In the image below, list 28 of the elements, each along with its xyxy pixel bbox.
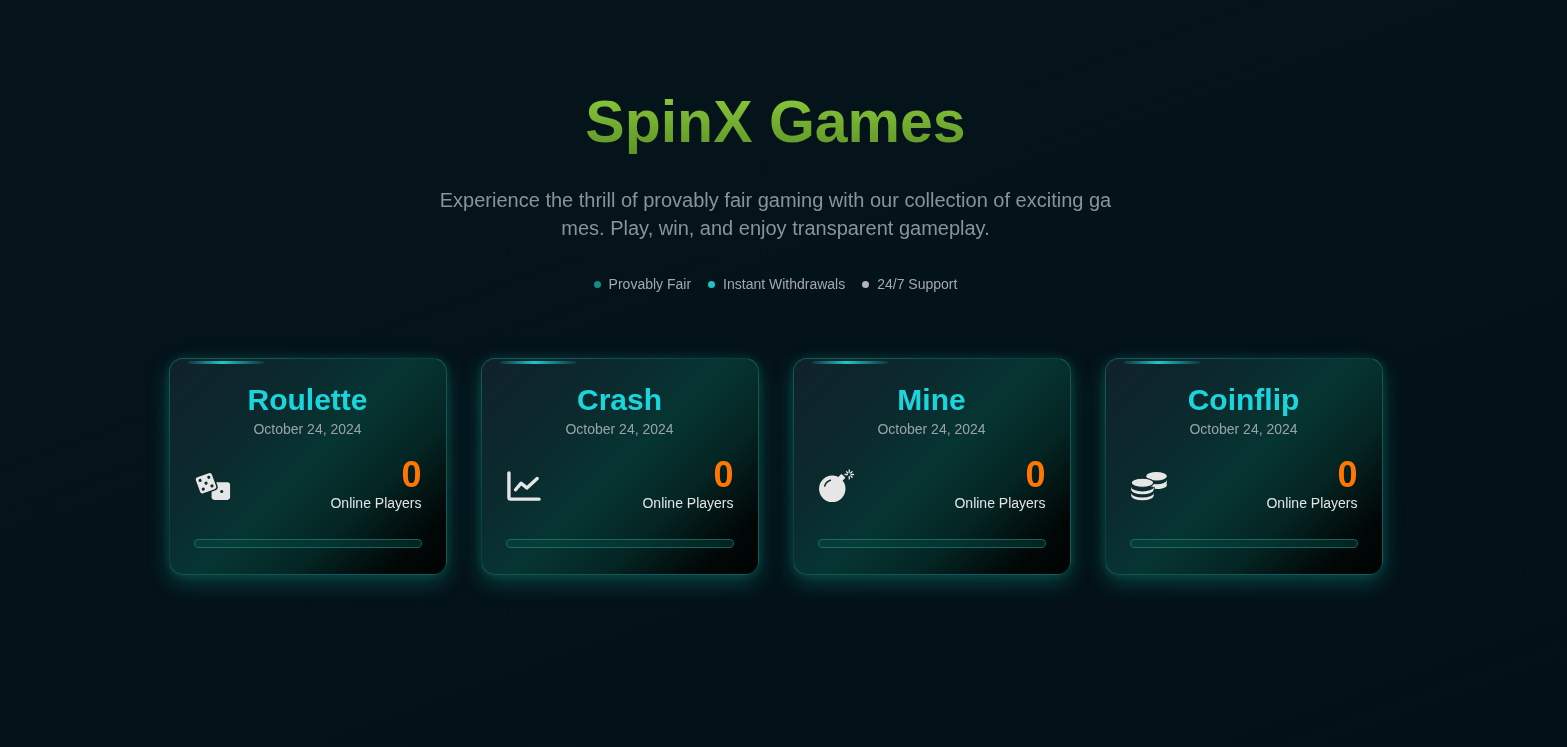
- player-count: 0: [1025, 456, 1046, 494]
- game-title: Mine: [896, 383, 967, 417]
- game-card[interactable]: Coinflip October 24, 2024 0 Online Players: [1104, 358, 1383, 575]
- game-title: Crash: [575, 383, 663, 417]
- player-count: 0: [401, 456, 422, 494]
- chart-icon: [505, 470, 542, 502]
- game-date: October 24, 2024: [1188, 420, 1299, 438]
- game-title: Coinflip: [1186, 383, 1301, 417]
- feature-label: 24/7 Support: [877, 275, 958, 293]
- bomb-icon: [817, 469, 856, 503]
- player-count-label: Online Players: [330, 494, 422, 512]
- player-count: 0: [1337, 456, 1358, 494]
- player-count-label: Online Players: [642, 494, 734, 512]
- player-count-label: Online Players: [1266, 494, 1358, 512]
- feature-label: Instant Withdrawals: [723, 275, 846, 293]
- game-card[interactable]: Mine October 24, 2024 0 Online Players: [792, 358, 1071, 575]
- game-card[interactable]: Crash October 24, 2024 0 Online Players: [480, 358, 759, 575]
- player-count-label: Online Players: [954, 494, 1046, 512]
- page-subtitle: Experience the thrill of provably fair gaming with our collection of exciting games. Play, win, and enjoy transparent gameplay.: [438, 188, 1113, 241]
- game-date: October 24, 2024: [252, 420, 363, 438]
- dice-icon: [193, 471, 231, 501]
- game-card[interactable]: Roulette October 24, 2024 0 Online Players: [168, 358, 447, 575]
- game-date: October 24, 2024: [564, 420, 675, 438]
- game-title: Roulette: [246, 383, 369, 417]
- coins-icon: [1129, 471, 1168, 501]
- player-count: 0: [713, 456, 734, 494]
- game-date: October 24, 2024: [876, 420, 987, 438]
- feature-label: Provably Fair: [608, 275, 692, 293]
